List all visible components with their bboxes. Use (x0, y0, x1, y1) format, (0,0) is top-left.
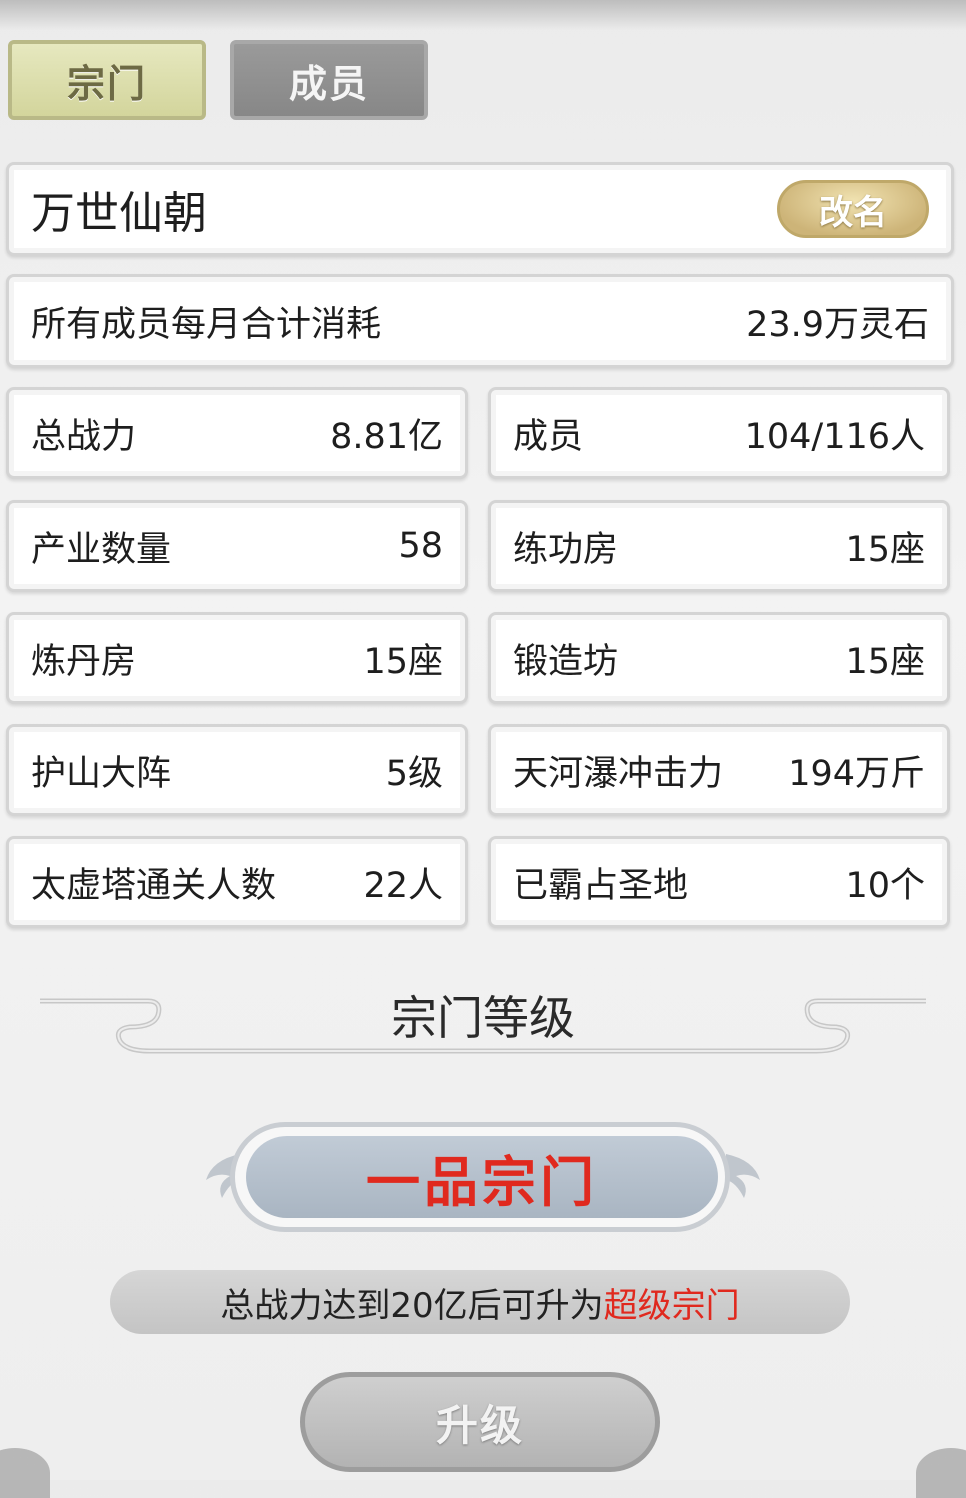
stat-mountain-array: 护山大阵 5级 (6, 724, 468, 816)
stat-value: 5级 (385, 753, 443, 794)
hint-text: 总战力达到20亿后可升为 (220, 1285, 604, 1326)
stat-training-room: 练功房 15座 (488, 500, 950, 592)
tab-members[interactable]: 成员 (230, 40, 428, 120)
stat-value: 22人 (363, 865, 443, 906)
stat-value: 58 (398, 526, 443, 566)
rename-button[interactable]: 改名 (777, 180, 929, 238)
upgrade-hint: 总战力达到20亿后可升为 超级宗门 (110, 1270, 850, 1334)
monthly-cost-panel: 所有成员每月合计消耗 23.9万灵石 (6, 274, 954, 368)
stat-total-power: 总战力 8.81亿 (6, 387, 468, 479)
stat-members: 成员 104/116人 (488, 387, 950, 479)
stat-label: 练功房 (513, 529, 619, 570)
stat-label: 成员 (513, 416, 584, 457)
stat-label: 产业数量 (31, 529, 172, 570)
monthly-cost-label: 所有成员每月合计消耗 (31, 304, 382, 345)
stat-forge: 锻造坊 15座 (488, 612, 950, 704)
section-title-sect-level: 宗门等级 (391, 991, 575, 1045)
tab-sect[interactable]: 宗门 (8, 40, 206, 120)
stat-value: 104/116人 (744, 416, 925, 457)
stat-industry-count: 产业数量 58 (6, 500, 468, 592)
stat-value: 10个 (845, 865, 925, 906)
stat-tower-clears: 太虚塔通关人数 22人 (6, 836, 468, 928)
stat-label: 已霸占圣地 (513, 865, 689, 906)
sect-name: 万世仙朝 (31, 188, 207, 239)
monthly-cost-value: 23.9万灵石 (746, 304, 929, 345)
top-edge (0, 0, 966, 30)
hint-highlight: 超级宗门 (603, 1285, 740, 1326)
stat-alchemy-room: 炼丹房 15座 (6, 612, 468, 704)
stat-label: 炼丹房 (31, 641, 137, 682)
stat-label: 锻造坊 (513, 641, 619, 682)
stat-value: 15座 (363, 641, 443, 682)
stat-label: 护山大阵 (31, 753, 172, 794)
stat-holy-lands: 已霸占圣地 10个 (488, 836, 950, 928)
upgrade-button[interactable]: 升级 (300, 1372, 660, 1472)
sect-rank: 一品宗门 (246, 1136, 718, 1218)
sect-name-panel: 万世仙朝 改名 (6, 162, 954, 256)
stat-value: 15座 (845, 529, 925, 570)
stat-value: 15座 (845, 641, 925, 682)
stat-value: 194万斤 (788, 753, 925, 794)
right-wing-ornament (726, 1154, 760, 1198)
corner-ornament-left (0, 1448, 50, 1498)
stat-label: 太虚塔通关人数 (31, 865, 277, 906)
stat-value: 8.81亿 (330, 416, 443, 457)
stat-waterfall-impact: 天河瀑冲击力 194万斤 (488, 724, 950, 816)
stat-label: 总战力 (31, 416, 137, 457)
corner-ornament-right (916, 1448, 966, 1498)
stat-label: 天河瀑冲击力 (513, 753, 724, 794)
